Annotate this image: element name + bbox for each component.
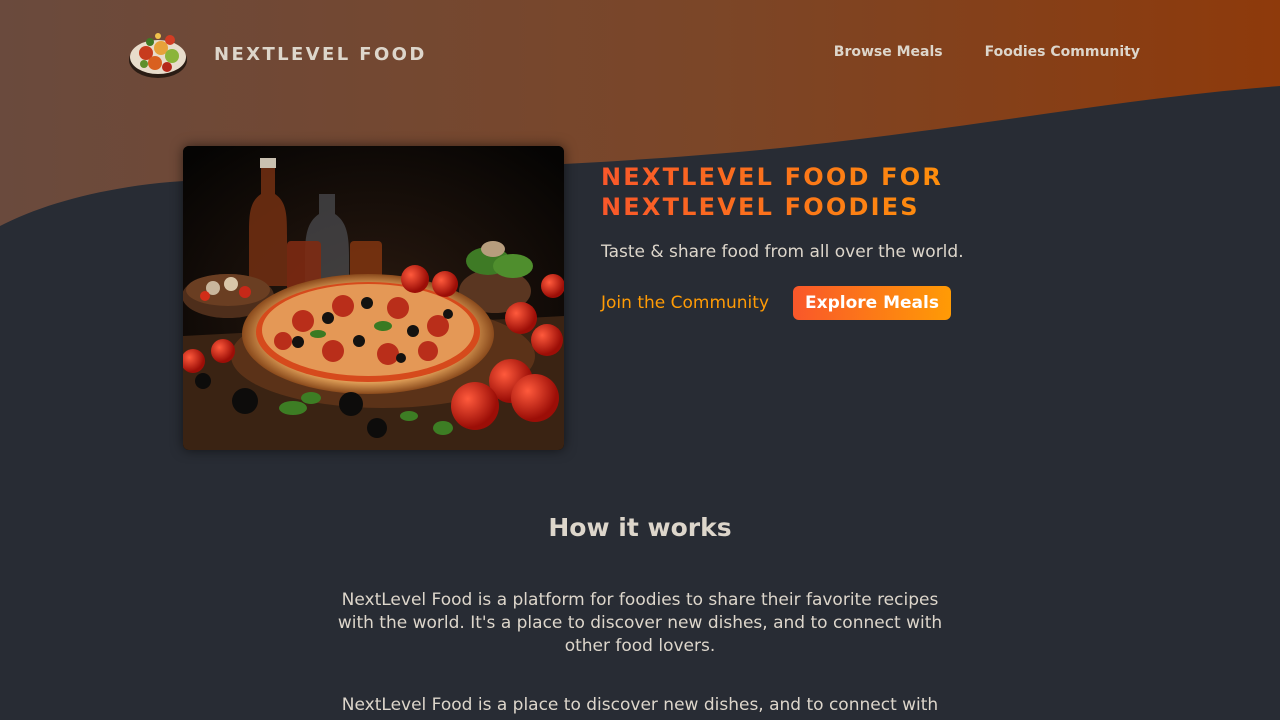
how-it-works-paragraph-1: NextLevel Food is a platform for foodies…: [337, 590, 943, 656]
hero-title-line2: NEXTLEVEL FOODIES: [601, 193, 920, 221]
hero-text: NEXTLEVEL FOOD FOR NEXTLEVEL FOODIES Tas…: [601, 162, 1021, 320]
hero-tagline: Taste & share food from all over the wor…: [601, 242, 964, 262]
nav-browse-meals[interactable]: Browse Meals: [834, 44, 943, 60]
main-nav: Browse Meals Foodies Community: [834, 44, 1140, 60]
brand-name: NEXTLEVEL FOOD: [214, 43, 427, 65]
hero-title: NEXTLEVEL FOOD FOR NEXTLEVEL FOODIES: [601, 162, 1021, 222]
page: NEXTLEVEL FOOD Browse Meals Foodies Comm…: [0, 0, 1280, 720]
home-link[interactable]: NEXTLEVEL FOOD: [128, 26, 427, 82]
site-header: NEXTLEVEL FOOD Browse Meals Foodies Comm…: [0, 0, 1280, 110]
explore-meals-button[interactable]: Explore Meals: [793, 286, 951, 320]
food-platter-icon: [128, 26, 188, 82]
hero-image-pizza: [183, 146, 564, 450]
hero-title-line1: NEXTLEVEL FOOD FOR: [601, 163, 944, 191]
nav-foodies-community[interactable]: Foodies Community: [985, 44, 1140, 60]
how-it-works-paragraph-2: NextLevel Food is a place to discover ne…: [341, 695, 939, 720]
how-it-works-section: How it works NextLevel Food is a platfor…: [0, 508, 1280, 720]
hero-cta-group: Join the Community Explore Meals: [601, 286, 1021, 320]
how-it-works-heading: How it works: [548, 513, 732, 542]
join-community-link[interactable]: Join the Community: [601, 293, 769, 313]
